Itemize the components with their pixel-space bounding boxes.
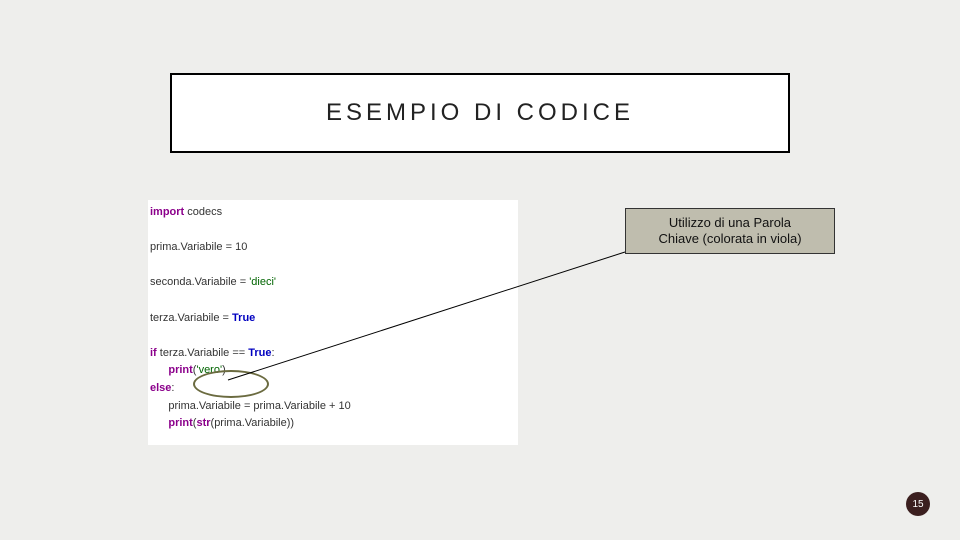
equals: = bbox=[223, 241, 236, 253]
blank-line bbox=[150, 222, 516, 240]
callout-line2: Chiave (colorata in viola) bbox=[658, 231, 801, 246]
equals: = bbox=[237, 276, 250, 288]
arg-vero: 'vero' bbox=[196, 364, 222, 376]
colon: : bbox=[272, 347, 275, 359]
slide: ESEMPIO DI CODICE import codecs prima.Va… bbox=[0, 0, 960, 540]
callout-text: Utilizzo di una Parola Chiave (colorata … bbox=[658, 215, 801, 248]
var1-value: 10 bbox=[235, 241, 247, 253]
blank-line bbox=[150, 257, 516, 275]
equals: = bbox=[220, 312, 233, 324]
callout-box: Utilizzo di una Parola Chiave (colorata … bbox=[625, 208, 835, 254]
code-line-9: print(str(prima.Variabile)) bbox=[150, 415, 516, 433]
literal-true: True bbox=[248, 347, 271, 359]
keyword-str: str bbox=[196, 417, 210, 429]
keyword-import: import bbox=[150, 206, 184, 218]
var1-name: prima.Variabile bbox=[150, 241, 223, 253]
colon: : bbox=[171, 382, 174, 394]
var3-name: terza.Variabile bbox=[150, 312, 220, 324]
page-number: 15 bbox=[912, 499, 923, 510]
keyword-print: print bbox=[168, 417, 192, 429]
code-line-3: seconda.Variabile = 'dieci' bbox=[150, 274, 516, 292]
op-eq: == bbox=[229, 347, 248, 359]
code-line-7: else: bbox=[150, 380, 516, 398]
code-line-1: import codecs bbox=[150, 204, 516, 222]
keyword-else: else bbox=[150, 382, 171, 394]
cond-var: terza.Variabile bbox=[160, 347, 230, 359]
rparen: ) bbox=[222, 364, 226, 376]
slide-title: ESEMPIO DI CODICE bbox=[326, 99, 634, 127]
callout-line1: Utilizzo di una Parola bbox=[669, 215, 791, 230]
module-name: codecs bbox=[187, 206, 222, 218]
code-block: import codecs prima.Variabile = 10 secon… bbox=[148, 200, 518, 445]
assign-line: prima.Variabile = prima.Variabile + 10 bbox=[168, 400, 350, 412]
code-line-5: if terza.Variabile == True: bbox=[150, 345, 516, 363]
str-arg: (prima.Variabile)) bbox=[211, 417, 295, 429]
code-line-6: print('vero') bbox=[150, 362, 516, 380]
title-container: ESEMPIO DI CODICE bbox=[170, 73, 790, 153]
code-line-4: terza.Variabile = True bbox=[150, 310, 516, 328]
literal-true: True bbox=[232, 312, 255, 324]
code-line-2: prima.Variabile = 10 bbox=[150, 239, 516, 257]
var2-value: 'dieci' bbox=[249, 276, 276, 288]
keyword-if: if bbox=[150, 347, 157, 359]
var2-name: seconda.Variabile bbox=[150, 276, 237, 288]
code-line-8: prima.Variabile = prima.Variabile + 10 bbox=[150, 398, 516, 416]
page-number-badge: 15 bbox=[906, 492, 930, 516]
blank-line bbox=[150, 292, 516, 310]
blank-line bbox=[150, 327, 516, 345]
keyword-print: print bbox=[168, 364, 192, 376]
